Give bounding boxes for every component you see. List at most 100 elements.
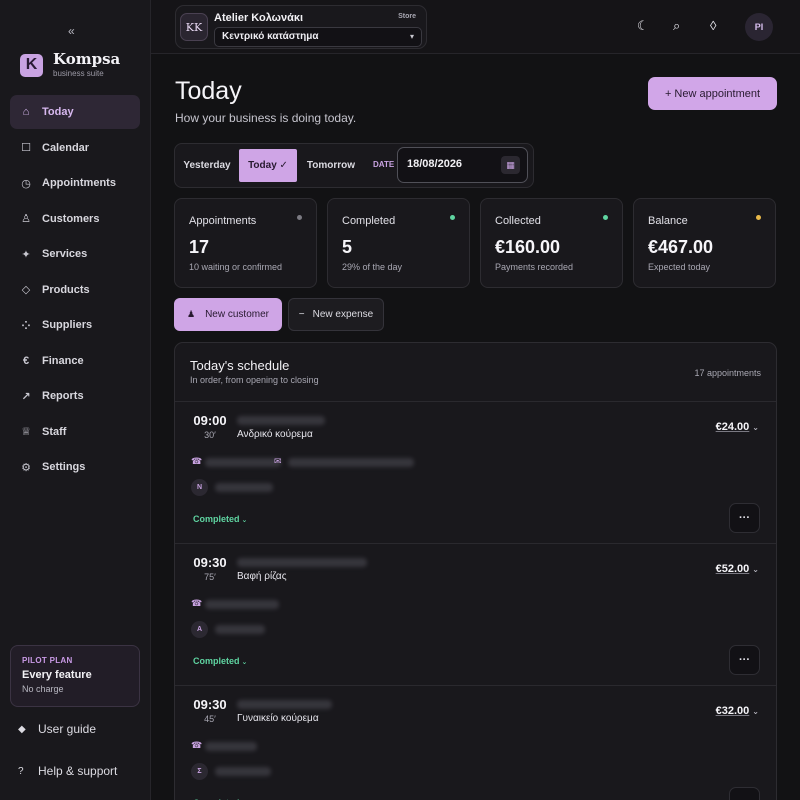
phone-redacted [205,600,279,609]
branch-select[interactable]: Κεντρικό κατάστημα ▾ [214,27,422,47]
stat-card-collected: Collected €160.00 Payments recorded [480,198,623,288]
help-support-link[interactable]: ? Help & support [18,764,117,778]
help-support-label: Help & support [38,764,118,778]
sidebar-item-services[interactable]: ✦ Services [10,237,140,271]
sidebar-item-reports[interactable]: ↗ Reports [10,379,140,413]
stat-label: Balance [648,215,688,227]
appointment-service: Ανδρικό κούρεμα [237,429,313,440]
status-dot-icon [450,215,455,220]
sidebar-item-label: Suppliers [42,319,93,331]
new-appointment-button[interactable]: + New appointment [648,77,777,110]
brand-tagline: business suite [53,69,104,78]
branch-select-value: Κεντρικό κατάστημα [222,31,319,42]
appointment-row[interactable]: 09:3045′Γυναικείο κούρεμα€32.00⌄☎ΣComple… [175,686,776,800]
users-icon: ⁘ [21,319,31,332]
appointment-row[interactable]: 09:00 30′ Ανδρικό κούρεμα €24.00 ⌄ ☎ ✉ N Complet… [175,402,776,544]
appointment-service: Βαφή ρίζας [237,571,287,582]
schedule-subtitle: In order, from opening to closing [190,375,319,385]
status-dot-icon [603,215,608,220]
schedule-header: Today's schedule In order, from opening … [175,343,776,402]
today-button[interactable]: Today ✓ [239,149,297,182]
price-amount: €24.00 [715,421,750,433]
new-customer-button[interactable]: ♟ New customer [174,298,282,331]
box-icon: ◇ [21,284,31,296]
yesterday-button[interactable]: Yesterday [180,149,234,182]
sidebar-item-suppliers[interactable]: ⁘ Suppliers [10,308,140,342]
sidebar-item-appointments[interactable]: ◷ Appointments [10,166,140,200]
price-amount: €52.00 [715,563,750,575]
sidebar-item-label: Customers [42,212,100,225]
phone-redacted [205,458,281,467]
stat-value: 5 [342,237,353,257]
appointment-price[interactable]: €52.00 ⌄ [716,563,759,575]
topbar: KK Atelier Κολωνάκι Store Κεντρικό κατάσ… [151,0,800,54]
guide-icon: ◆ [18,723,26,735]
appointment-price[interactable]: €32.00 ⌄ [716,705,759,717]
sidebar-item-calendar[interactable]: ☐ Calendar [10,131,140,165]
stat-value: €467.00 [648,237,714,257]
brand[interactable]: K Kompsa business suite [20,52,120,78]
gear-icon: ⚙ [21,461,31,474]
sidebar-item-label: Staff [42,425,67,438]
customer-name-redacted [237,700,332,709]
schedule-panel: Today's schedule In order, from opening … [174,342,777,800]
sidebar-item-finance[interactable]: € Finance [10,344,140,378]
more-options-button[interactable]: ··· [729,787,760,800]
clock-icon: ◷ [21,177,31,190]
sidebar-item-today[interactable]: ⌂ Today [10,95,140,129]
more-options-button[interactable]: ··· [729,503,760,533]
stat-subtext: Expected today [648,262,711,272]
status-badge[interactable]: Completed⌄ [193,514,247,524]
collapse-sidebar-button[interactable]: « [68,24,75,38]
plan-price: No charge [22,684,64,694]
date-value: 18/08/2026 [407,158,463,170]
search-icon[interactable]: ⌕ [673,18,680,34]
stat-value: €160.00 [495,237,561,257]
calendar-picker-icon[interactable]: ▦ [501,156,520,174]
plan-card[interactable]: PILOT PLAN Every feature No charge [10,645,140,707]
theme-toggle-icon[interactable]: ☾ [637,18,649,34]
day-selector: Yesterday Today ✓ Tomorrow DATE 18/08/20… [174,143,534,188]
sidebar: « K Kompsa business suite ⌂ Today ☐ Calenda… [0,0,151,800]
sparkle-icon: ✦ [21,248,31,261]
stat-subtext: 10 waiting or confirmed [189,262,283,272]
minus-icon: − [298,309,305,320]
staff-name-redacted [215,483,273,492]
page-subtitle: How your business is doing today. [175,111,357,125]
phone-icon: ☎ [191,598,203,608]
stat-subtext: 29% of the day [342,262,403,272]
staff-name-redacted [215,625,265,634]
sidebar-item-label: Products [42,283,90,296]
sidebar-item-settings[interactable]: ⚙ Settings [10,450,140,484]
user-guide-link[interactable]: ◆ User guide [18,722,96,736]
brand-logo: K [20,53,43,77]
status-dot-icon [756,215,761,220]
user-avatar[interactable]: PI [745,13,773,41]
more-options-button[interactable]: ··· [729,645,760,675]
status-label: Completed [193,656,240,666]
appointment-row[interactable]: 09:30 75′ Βαφή ρίζας €52.00 ⌄ ☎ Α Completed ⌄ ··· [175,544,776,686]
sidebar-item-products[interactable]: ◇ Products [10,273,140,307]
sidebar-item-label: Appointments [42,177,116,189]
status-label: Completed [193,514,240,524]
sidebar-item-label: Reports [42,390,84,402]
date-input[interactable]: 18/08/2026 ▦ [397,147,528,183]
sidebar-nav: ⌂ Today ☐ Calendar ◷ Appointments ♙ Customers ✦ S… [10,95,140,486]
appointment-price[interactable]: €24.00 ⌄ [716,421,759,433]
sidebar-item-customers[interactable]: ♙ Customers [10,202,140,236]
store-tag: Store [398,13,416,20]
status-badge[interactable]: Completed⌄ [193,656,247,666]
sidebar-item-staff[interactable]: ♕ Staff [10,415,140,449]
stat-subtext: Payments recorded [495,262,574,272]
staff-avatar: Α [191,621,208,638]
phone-icon: ☎ [191,740,203,750]
tag-icon[interactable]: ◊ [710,18,716,33]
store-name: Atelier Κολωνάκι [214,12,304,24]
price-amount: €32.00 [715,705,750,717]
plan-tag: PILOT PLAN [22,656,73,665]
user-guide-label: User guide [38,722,97,736]
customer-name-redacted [237,558,367,567]
tomorrow-button[interactable]: Tomorrow [303,149,359,182]
new-expense-button[interactable]: − New expense [288,298,384,331]
chevron-down-icon: ⌄ [752,565,759,574]
